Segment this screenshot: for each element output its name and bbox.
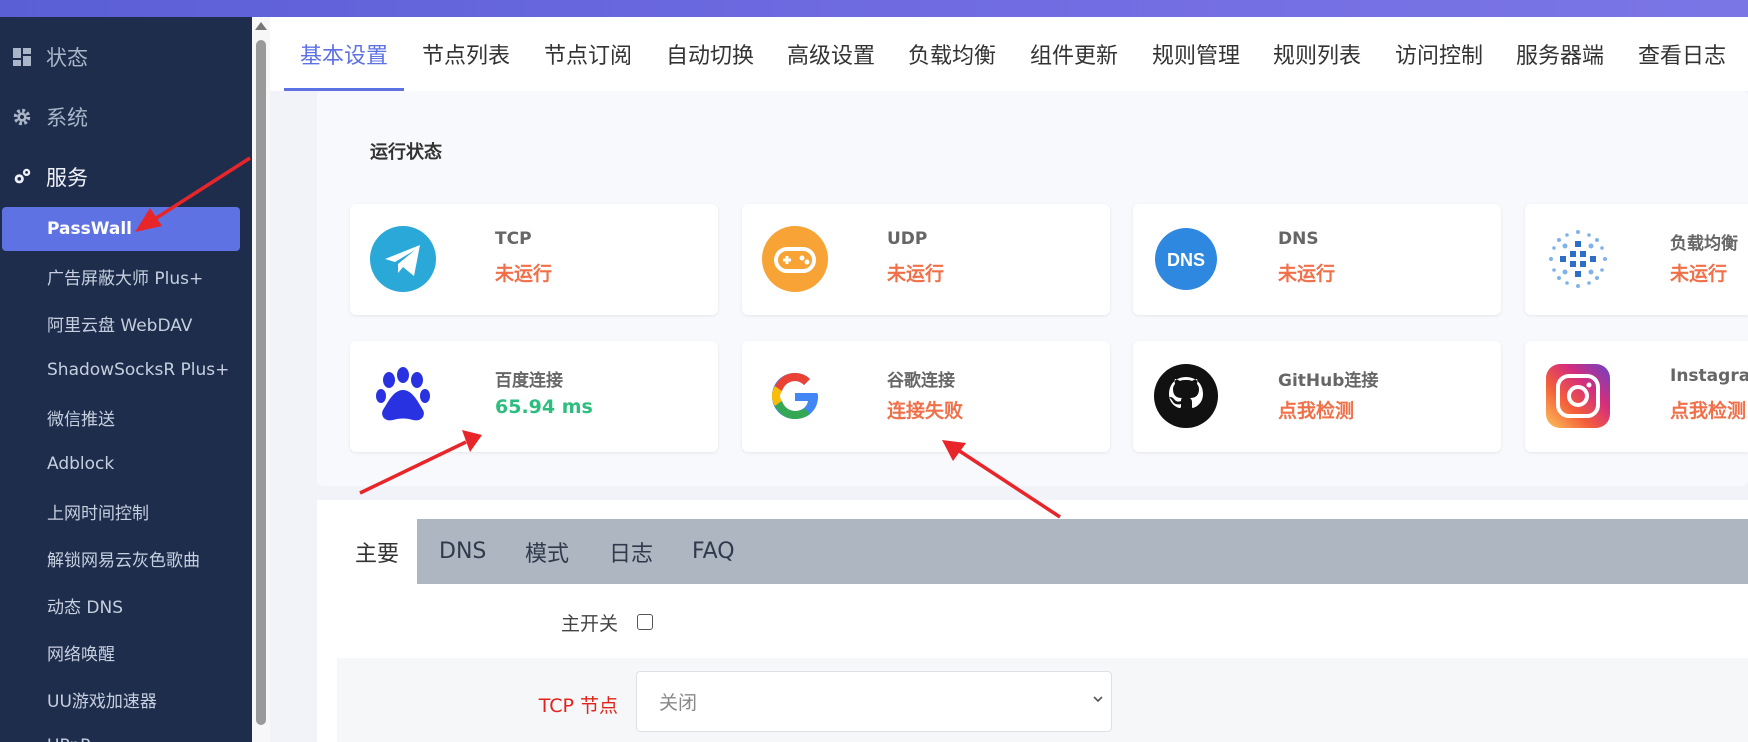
sidebar-item-adbyby-plus[interactable]: 广告屏蔽大师 Plus+: [0, 254, 240, 298]
subtab-mode[interactable]: 模式: [525, 519, 569, 584]
tab-auto-switch[interactable]: 自动切换: [666, 17, 754, 91]
gamepad-icon: [762, 226, 828, 292]
gears-icon: [10, 165, 34, 189]
status-card-instagram[interactable]: Instagram 点我检测: [1525, 341, 1748, 452]
scroll-up-arrow-icon[interactable]: [255, 22, 267, 30]
dashboard-icon: [10, 45, 34, 69]
top-banner: [0, 0, 1748, 17]
tab-component-update[interactable]: 组件更新: [1030, 17, 1118, 91]
subtab-main[interactable]: 主要: [337, 519, 417, 584]
tab-node-list[interactable]: 节点列表: [422, 17, 510, 91]
sidebar-item-wol[interactable]: 网络唤醒: [0, 630, 240, 674]
status-card-name: Instagram: [1670, 366, 1748, 386]
sidebar-item-ddns[interactable]: 动态 DNS: [0, 583, 240, 627]
status-card-value: 未运行: [1278, 263, 1336, 285]
status-card-name: 百度连接: [495, 371, 563, 391]
sidebar-item-aliyundrive-webdav[interactable]: 阿里云盘 WebDAV: [0, 301, 240, 345]
tab-rule-list[interactable]: 规则列表: [1273, 17, 1361, 91]
status-card-value[interactable]: 65.94 ms: [495, 396, 593, 418]
sidebar-group-status[interactable]: 状态: [0, 37, 252, 77]
status-card-name: 谷歌连接: [887, 371, 955, 391]
status-card-tcp: TCP 未运行: [350, 204, 718, 315]
tab-node-subscribe[interactable]: 节点订阅: [544, 17, 632, 91]
main-switch-checkbox[interactable]: [637, 614, 653, 630]
tab-view-logs[interactable]: 查看日志: [1638, 17, 1726, 91]
status-card-name: 负载均衡: [1670, 234, 1738, 254]
gear-icon: [10, 105, 34, 129]
dns-icon-label: DNS: [1167, 250, 1205, 270]
status-card-value[interactable]: 连接失败: [887, 396, 963, 423]
baidu-paw-icon: [370, 363, 436, 429]
subtab-dns[interactable]: DNS: [439, 519, 486, 584]
scrollbar-thumb[interactable]: [256, 40, 266, 725]
sidebar: 状态 系统 服务 PassWall 广告屏蔽大师 Plus+ 阿里云盘 WebD…: [0, 17, 252, 742]
sidebar-item-adblock[interactable]: Adblock: [0, 442, 240, 486]
chevron-down-icon: [1093, 696, 1103, 703]
sidebar-group-label: 服务: [46, 166, 88, 190]
tab-advanced-settings[interactable]: 高级设置: [787, 17, 875, 91]
subtab-faq[interactable]: FAQ: [692, 519, 735, 584]
status-card-load-balance: 负载均衡 未运行: [1525, 204, 1748, 315]
telegram-icon: [370, 226, 436, 292]
sidebar-item-passwall[interactable]: PassWall: [2, 207, 240, 251]
status-card-value: 未运行: [887, 263, 945, 285]
tab-rule-manage[interactable]: 规则管理: [1152, 17, 1240, 91]
sidebar-item-wechat-push[interactable]: 微信推送: [0, 395, 240, 439]
github-icon: [1153, 363, 1219, 429]
main-switch-label: 主开关: [560, 613, 618, 635]
load-balance-icon: [1545, 226, 1611, 292]
tab-basic-settings[interactable]: 基本设置: [300, 17, 388, 91]
sidebar-group-system[interactable]: 系统: [0, 97, 252, 137]
status-card-google[interactable]: 谷歌连接 连接失败: [742, 341, 1110, 452]
google-icon: [762, 363, 828, 429]
tab-load-balance[interactable]: 负载均衡: [908, 17, 996, 91]
sidebar-item-upnp[interactable]: UPnP: [0, 724, 240, 742]
status-card-name: TCP: [495, 229, 532, 249]
subtab-log[interactable]: 日志: [609, 519, 653, 584]
instagram-icon: [1545, 363, 1611, 429]
status-card-value: 未运行: [495, 263, 553, 285]
status-card-baidu[interactable]: 百度连接 65.94 ms: [350, 341, 718, 452]
status-card-dns: DNS DNS 未运行: [1133, 204, 1501, 315]
dns-icon: DNS: [1153, 226, 1219, 292]
sidebar-item-time-control[interactable]: 上网时间控制: [0, 489, 240, 533]
tcp-node-select[interactable]: 关闭: [636, 671, 1112, 732]
status-card-udp: UDP 未运行: [742, 204, 1110, 315]
main-tab-bar: 基本设置 节点列表 节点订阅 自动切换 高级设置 负载均衡 组件更新 规则管理 …: [270, 17, 1748, 91]
status-card-name: UDP: [887, 229, 928, 249]
sidebar-group-label: 状态: [46, 46, 88, 70]
sidebar-group-label: 系统: [46, 106, 88, 130]
tab-access-control[interactable]: 访问控制: [1395, 17, 1483, 91]
tcp-node-label: TCP 节点: [538, 695, 618, 717]
tab-server[interactable]: 服务器端: [1516, 17, 1604, 91]
status-card-value[interactable]: 点我检测: [1278, 396, 1354, 423]
status-card-value[interactable]: 点我检测: [1670, 396, 1746, 423]
tcp-node-select-value: 关闭: [659, 692, 698, 714]
sidebar-item-unblock-netease[interactable]: 解锁网易云灰色歌曲: [0, 536, 240, 580]
status-card-name: DNS: [1278, 229, 1319, 249]
sidebar-item-uu-accelerator[interactable]: UU游戏加速器: [0, 677, 240, 721]
status-card-value: 未运行: [1670, 263, 1728, 285]
sidebar-group-services[interactable]: 服务: [0, 157, 252, 197]
status-card-github[interactable]: GitHub连接 点我检测: [1133, 341, 1501, 452]
sidebar-item-shadowsocksr-plus[interactable]: ShadowSocksR Plus+: [0, 348, 240, 392]
status-card-name: GitHub连接: [1278, 371, 1379, 391]
status-section-title: 运行状态: [370, 142, 442, 163]
